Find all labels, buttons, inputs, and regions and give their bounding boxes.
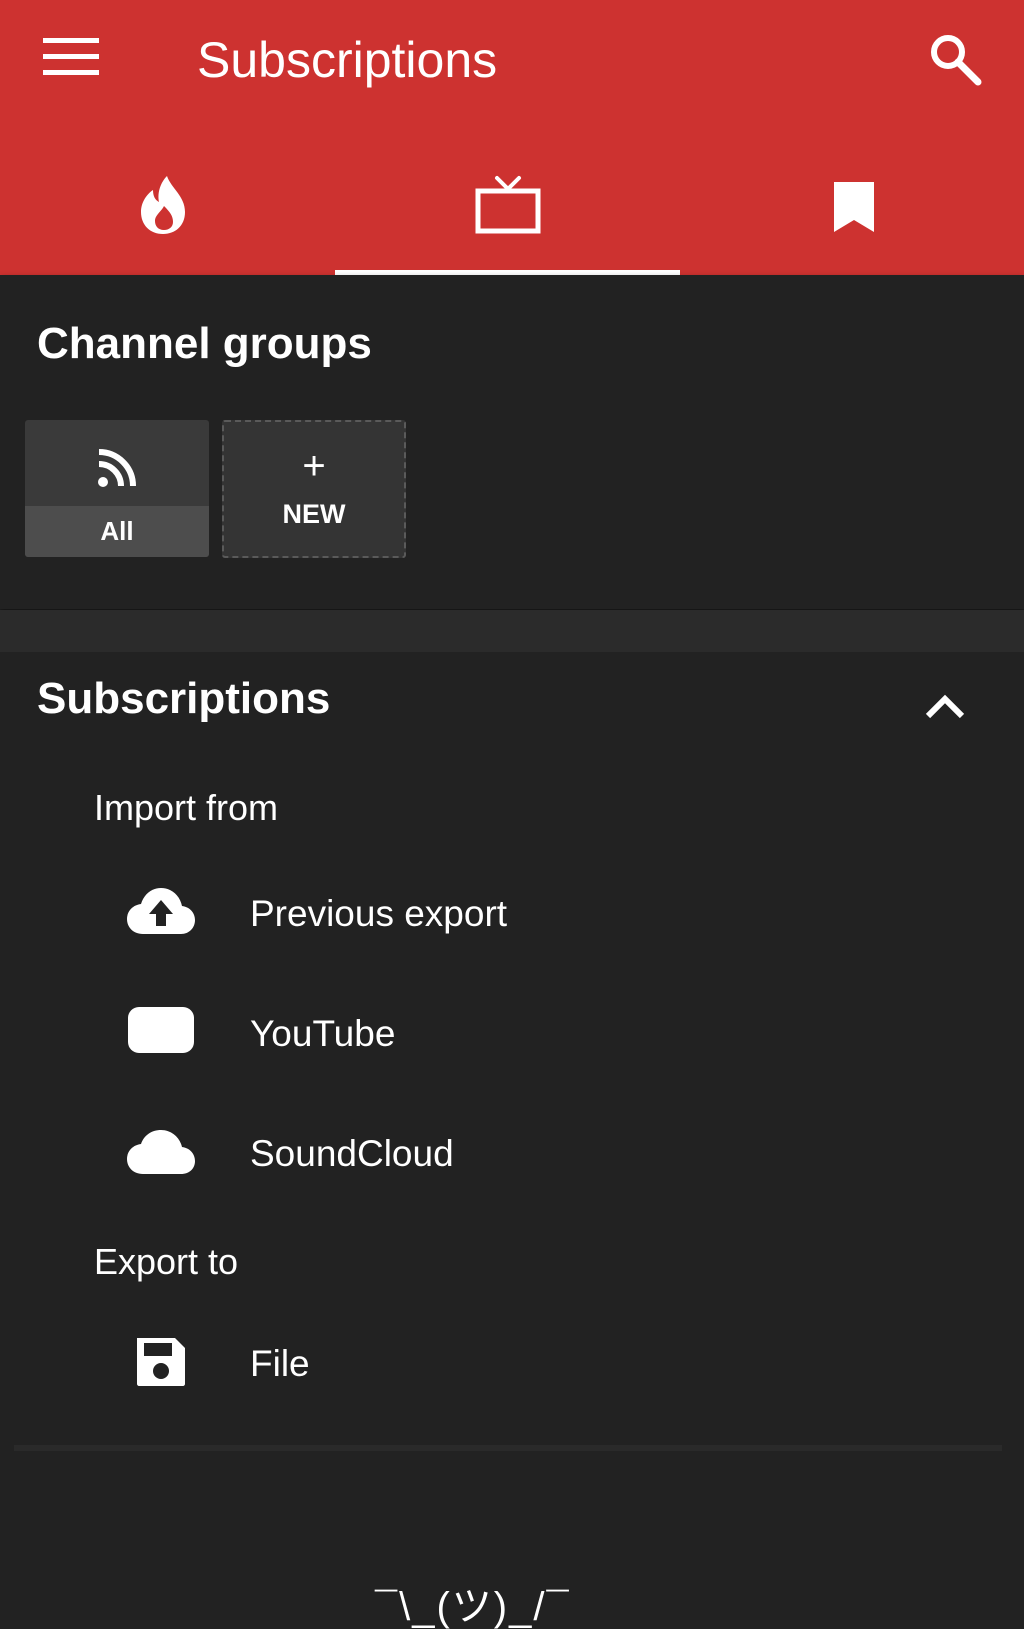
search-icon[interactable] <box>926 30 986 90</box>
cloud-icon <box>127 1130 195 1174</box>
app-bar: Subscriptions <box>0 0 1024 275</box>
tab-bookmarks[interactable] <box>680 150 1024 275</box>
export-to-heading: Export to <box>94 1241 239 1282</box>
channel-groups-title: Channel groups <box>37 319 372 368</box>
save-icon <box>137 1338 185 1386</box>
subscriptions-title: Subscriptions <box>37 674 331 723</box>
import-item-label: SoundCloud <box>250 1133 454 1174</box>
empty-state-emoticon: ¯\_(ツ)_/¯ <box>375 1585 571 1629</box>
export-file[interactable]: File <box>0 1310 1024 1420</box>
import-youtube[interactable]: YouTube <box>0 980 1024 1090</box>
plus-icon: + <box>302 444 326 488</box>
menu-icon[interactable] <box>43 38 99 78</box>
tv-icon <box>475 176 541 234</box>
channel-groups-card: Channel groups All + NEW <box>0 275 1024 609</box>
import-soundcloud[interactable]: SoundCloud <box>0 1100 1024 1210</box>
new-group-button[interactable]: + NEW <box>222 420 406 558</box>
import-from-heading: Import from <box>94 787 279 828</box>
divider <box>14 1445 1002 1451</box>
cloud-upload-icon <box>127 888 195 934</box>
tab-trending[interactable] <box>0 150 345 275</box>
import-item-label: YouTube <box>250 1013 396 1054</box>
fire-icon <box>141 176 185 234</box>
import-previous-export[interactable]: Previous export <box>0 860 1024 970</box>
tab-subscriptions[interactable] <box>336 150 681 275</box>
subscriptions-section: Subscriptions Import from Previous expor… <box>0 652 1024 1627</box>
import-item-label: Previous export <box>250 893 508 934</box>
chevron-up-icon[interactable] <box>918 686 972 726</box>
new-group-label: NEW <box>282 499 346 529</box>
youtube-icon <box>128 1007 194 1053</box>
bookmark-icon <box>834 182 874 232</box>
group-all-label: All <box>25 506 209 557</box>
section-gap <box>0 610 1024 652</box>
export-item-label: File <box>250 1343 310 1384</box>
group-all-button[interactable]: All <box>25 420 209 557</box>
rss-icon <box>98 449 136 487</box>
page-title: Subscriptions <box>197 32 498 88</box>
